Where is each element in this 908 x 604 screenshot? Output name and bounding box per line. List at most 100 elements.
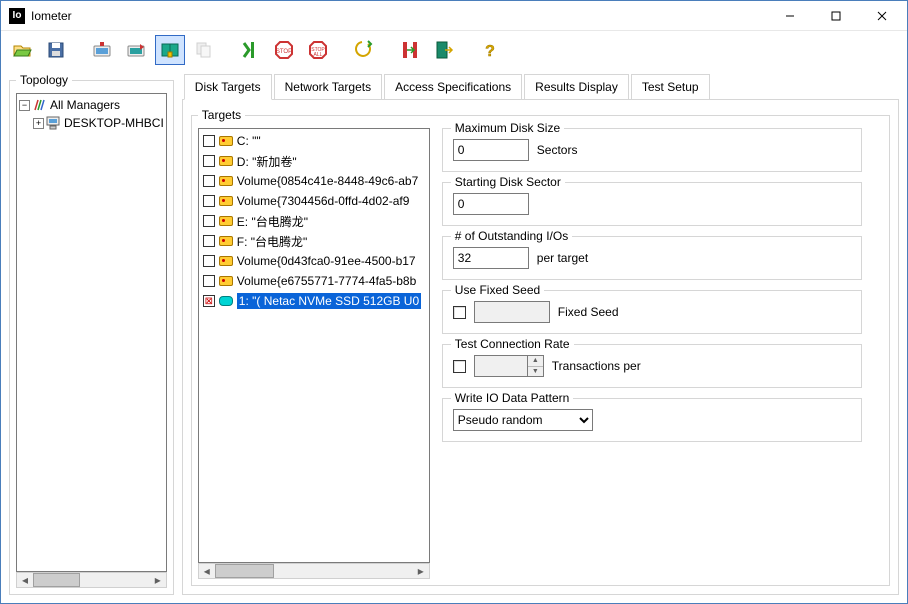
target-row[interactable]: Volume{7304456d-0ffd-4d02-af9 [199,191,429,211]
target-checkbox[interactable] [203,275,215,287]
topology-hscroll[interactable]: ◂ ▸ [16,572,167,588]
conn-rate-checkbox[interactable] [453,360,466,373]
titlebar: Io Iometer [1,1,907,31]
target-checkbox[interactable] [203,235,215,247]
scroll-left-icon[interactable]: ◂ [17,573,33,587]
fixed-seed-input[interactable] [474,301,550,323]
outstanding-ios-group: # of Outstanding I/Os per target [442,236,862,280]
target-label: Volume{e6755771-7774-4fa5-b8b [237,274,416,288]
tree-node[interactable]: + DESKTOP-MHBCI [19,114,164,132]
svg-text:STOP: STOP [276,49,292,55]
exit-button[interactable] [429,35,459,65]
target-checkbox[interactable] [203,135,215,147]
write-pattern-select[interactable]: Pseudo random [453,409,593,431]
disk-icon [219,196,233,206]
starting-sector-group: Starting Disk Sector [442,182,862,226]
fixed-seed-checkbox[interactable] [453,306,466,319]
target-row[interactable]: Volume{0d43fca0-91ee-4500-b17 [199,251,429,271]
app-icon: Io [9,8,25,24]
disk-icon [219,156,233,166]
disk-icon [219,136,233,146]
target-label: 1: "( Netac NVMe SSD 512GB U0 [237,293,421,309]
tree-root-label: All Managers [50,98,120,112]
maximize-button[interactable] [813,1,859,31]
target-row[interactable]: Volume{e6755771-7774-4fa5-b8b [199,271,429,291]
target-checkbox[interactable] [203,255,215,267]
target-row[interactable]: F: "台电腾龙" [199,231,429,251]
tab-disk-targets[interactable]: Disk Targets [184,74,272,100]
spinner-arrows[interactable]: ▲▼ [528,355,544,377]
target-row[interactable]: D: "新加卷" [199,151,429,171]
managers-icon [32,97,48,113]
scroll-left-icon[interactable]: ◂ [199,564,215,578]
disk-icon [219,256,233,266]
computer-icon [46,116,62,130]
target-label: Volume{0854c41e-8448-49c6-ab7 [237,174,418,188]
target-checkbox[interactable] [203,195,215,207]
target-checkbox[interactable] [203,215,215,227]
stop-all-button[interactable]: STOPALL [303,35,333,65]
save-button[interactable] [41,35,71,65]
outstanding-ios-input[interactable] [453,247,529,269]
conn-rate-group: Test Connection Rate ▲▼ Transactions per [442,344,862,388]
help-button[interactable]: ? [475,35,505,65]
tab-network-targets[interactable]: Network Targets [274,74,382,100]
scroll-right-icon[interactable]: ▸ [413,564,429,578]
target-row[interactable]: E: "台电腾龙" [199,211,429,231]
outstanding-ios-label: # of Outstanding I/Os [451,229,572,243]
target-row[interactable]: Volume{0854c41e-8448-49c6-ab7 [199,171,429,191]
topology-tree[interactable]: − All Managers + DESKTOP-MHBCI [16,93,167,572]
minimize-button[interactable] [767,1,813,31]
tree-toggle-icon[interactable]: + [33,118,44,129]
disk-icon [219,176,233,186]
fixed-seed-field-label: Fixed Seed [558,305,619,319]
conn-rate-field-label: Transactions per [552,359,641,373]
conn-rate-input[interactable] [474,355,528,377]
target-label: E: "台电腾龙" [237,213,308,230]
max-disk-size-unit: Sectors [537,143,578,157]
write-pattern-group: Write IO Data Pattern Pseudo random [442,398,862,442]
targets-group-label: Targets [198,108,245,122]
target-checkbox[interactable] [203,155,215,167]
main-area: Topology − All Managers + DESKTOP-MHBCI [1,69,907,603]
targets-hscroll[interactable]: ◂ ▸ [198,563,430,579]
max-disk-size-input[interactable] [453,139,529,161]
svg-text:?: ? [485,43,495,60]
close-button[interactable] [859,1,905,31]
tree-toggle-icon[interactable]: − [19,100,30,111]
conn-rate-spinner[interactable]: ▲▼ [474,355,544,377]
targets-list[interactable]: C: "" D: "新加卷" Volume{0854c41e-8448-49c6-a… [198,128,430,563]
tab-content: Targets C: "" D: "新加卷" Volume{0854c41e-844… [182,99,899,595]
tab-results-display[interactable]: Results Display [524,74,629,100]
target-row[interactable]: ⊠ 1: "( Netac NVMe SSD 512GB U0 [199,291,429,311]
target-label: C: "" [237,134,261,148]
starting-sector-label: Starting Disk Sector [451,175,565,189]
cycle-button[interactable] [395,35,425,65]
window-title: Iometer [31,9,767,23]
tab-access-specifications[interactable]: Access Specifications [384,74,522,100]
target-checkbox[interactable] [203,175,215,187]
open-button[interactable] [7,35,37,65]
tree-node-label: DESKTOP-MHBCI [64,116,164,130]
scroll-thumb[interactable] [215,564,274,578]
disk-targets-button[interactable] [155,35,185,65]
start-button[interactable] [235,35,265,65]
copy-button[interactable] [189,35,219,65]
write-pattern-label: Write IO Data Pattern [451,391,574,405]
scroll-right-icon[interactable]: ▸ [150,573,166,587]
physical-disk-icon [219,296,233,306]
stop-button[interactable]: STOP [269,35,299,65]
target-checkbox[interactable]: ⊠ [203,295,215,307]
target-label: D: "新加卷" [237,153,297,170]
export-button[interactable] [121,35,151,65]
disk-icon [219,236,233,246]
target-row[interactable]: C: "" [199,131,429,151]
reset-button[interactable] [349,35,379,65]
scroll-thumb[interactable] [33,573,80,587]
starting-sector-input[interactable] [453,193,529,215]
tree-root[interactable]: − All Managers [19,96,164,114]
tab-test-setup[interactable]: Test Setup [631,74,710,100]
topology-panel: Topology − All Managers + DESKTOP-MHBCI [9,73,174,595]
import-button[interactable] [87,35,117,65]
disk-icon [219,276,233,286]
